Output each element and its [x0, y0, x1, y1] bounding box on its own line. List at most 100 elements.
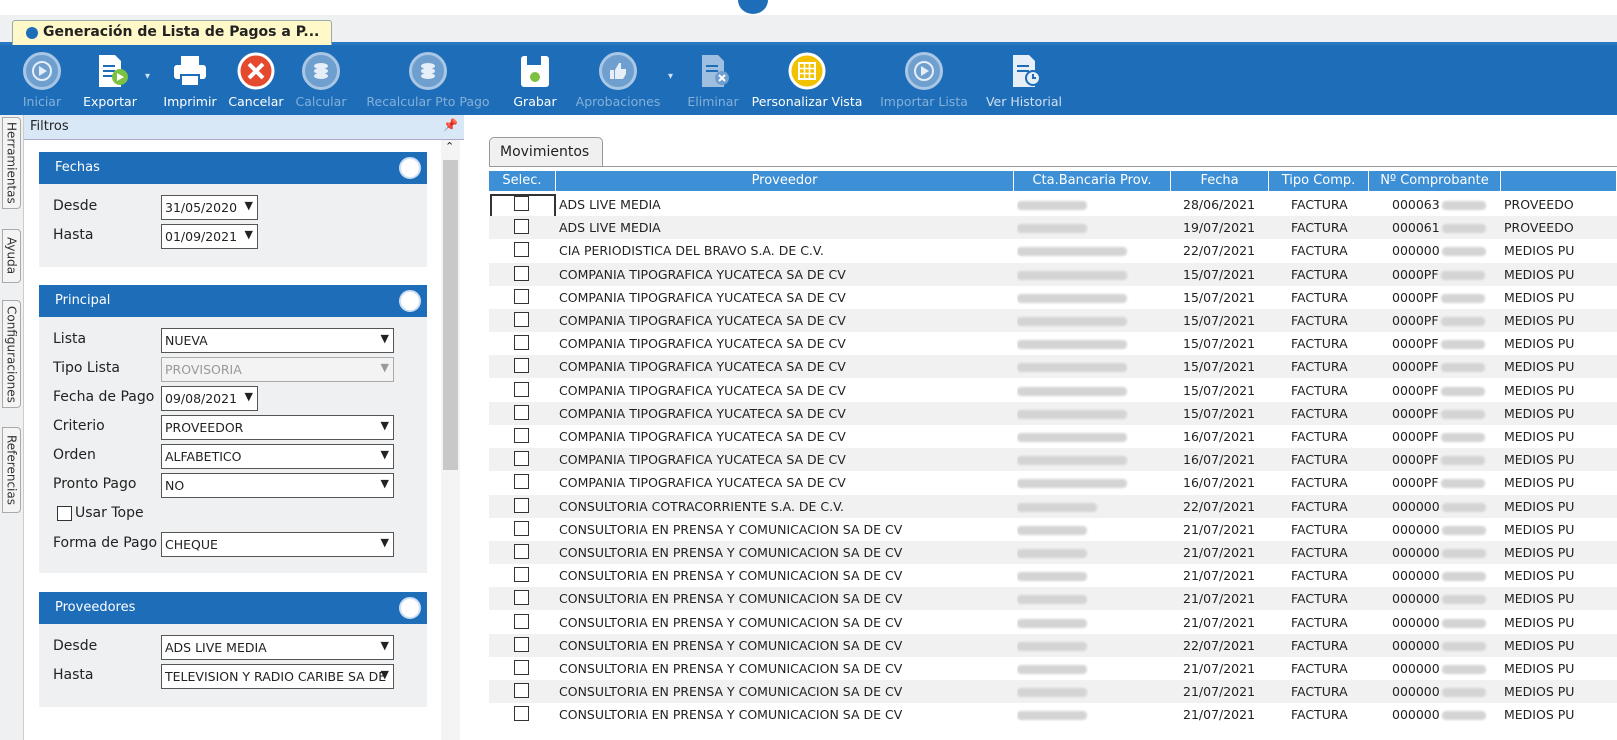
fechas-group-header[interactable]: Fechas	[39, 152, 427, 184]
col-tipo-comp[interactable]: Tipo Comp.	[1269, 171, 1369, 191]
table-row[interactable]: CONSULTORIA EN PRENSA Y COMUNICACION SA …	[489, 541, 1617, 564]
grabar-button[interactable]: Grabar	[506, 45, 564, 115]
cancelar-button[interactable]: Cancelar	[226, 45, 286, 115]
row-select-checkbox[interactable]	[514, 358, 529, 374]
table-row[interactable]: CONSULTORIA EN PRENSA Y COMUNICACION SA …	[489, 518, 1617, 541]
table-row[interactable]: CONSULTORIA EN PRENSA Y COMUNICACION SA …	[489, 657, 1617, 680]
row-select-checkbox[interactable]	[514, 219, 529, 235]
table-row[interactable]: COMPANIA TIPOGRAFICA YUCATECA SA DE CV 16…	[489, 448, 1617, 472]
chevron-down-icon[interactable]: ▼	[381, 448, 389, 461]
row-select-checkbox[interactable]	[514, 636, 529, 652]
collapse-icon[interactable]	[399, 157, 421, 179]
importar-lista-button[interactable]: Importar Lista	[872, 45, 976, 115]
row-select-checkbox[interactable]	[514, 683, 529, 699]
collapse-icon[interactable]	[399, 290, 421, 312]
col-fecha[interactable]: Fecha	[1171, 171, 1269, 191]
table-row[interactable]: ADS LIVE MEDIA 19/07/2021 FACTURA 000061 PRO…	[489, 216, 1617, 240]
aprobaciones-dropdown-icon[interactable]: ▾	[668, 71, 673, 82]
table-row[interactable]: COMPANIA TIPOGRAFICA YUCATECA SA DE CV 15…	[489, 401, 1617, 425]
row-select-checkbox[interactable]	[514, 567, 529, 583]
fechas-hasta-field[interactable]: 01/09/2021 ▼	[161, 224, 258, 249]
chevron-down-icon[interactable]: ▼	[245, 228, 253, 241]
table-row[interactable]: CONSULTORIA COTRACORRIENTE S.A. DE C.V. 2…	[489, 494, 1617, 518]
col-extra[interactable]	[1501, 171, 1617, 191]
table-row[interactable]: CONSULTORIA EN PRENSA Y COMUNICACION SA …	[489, 633, 1617, 657]
aprobaciones-button[interactable]: Aprobaciones	[572, 45, 664, 115]
chevron-down-icon[interactable]: ▼	[381, 536, 389, 549]
pronto-pago-select[interactable]: NO ▼	[161, 473, 394, 498]
table-row[interactable]: COMPANIA TIPOGRAFICA YUCATECA SA DE CV 15…	[489, 286, 1617, 309]
row-select-checkbox[interactable]	[514, 265, 529, 281]
col-proveedor[interactable]: Proveedor	[556, 171, 1014, 191]
table-row[interactable]: CONSULTORIA EN PRENSA Y COMUNICACION SA …	[489, 611, 1617, 634]
table-row[interactable]: COMPANIA TIPOGRAFICA YUCATECA SA DE CV 15…	[489, 262, 1617, 286]
col-selec[interactable]: Selec.	[489, 171, 556, 191]
collapse-icon[interactable]	[399, 597, 421, 619]
exportar-button[interactable]: Exportar	[74, 45, 146, 115]
row-select-checkbox[interactable]	[514, 242, 529, 258]
row-select-checkbox[interactable]	[514, 520, 529, 536]
table-row[interactable]: CIA PERIODISTICA DEL BRAVO S.A. DE C.V. 2…	[489, 239, 1617, 262]
table-row[interactable]: COMPANIA TIPOGRAFICA YUCATECA SA DE CV 16…	[489, 425, 1617, 448]
chevron-down-icon[interactable]: ▼	[381, 639, 389, 652]
row-select-checkbox[interactable]	[514, 451, 529, 467]
iniciar-button[interactable]: Iniciar	[18, 45, 66, 115]
ver-historial-button[interactable]: Ver Historial	[982, 45, 1066, 115]
side-tab-herramientas[interactable]: Herramientas	[2, 117, 21, 209]
row-select-checkbox[interactable]	[514, 381, 529, 397]
side-tab-configuraciones[interactable]: Configuraciones	[2, 300, 21, 408]
col-cta-bancaria[interactable]: Cta.Bancaria Prov.	[1014, 171, 1171, 191]
document-tab[interactable]: Generación de Lista de Pagos a P...	[12, 20, 333, 45]
row-select-checkbox[interactable]	[514, 288, 529, 304]
table-row[interactable]: COMPANIA TIPOGRAFICA YUCATECA SA DE CV 15…	[489, 355, 1617, 379]
proveedores-group-header[interactable]: Proveedores	[39, 592, 427, 624]
table-row[interactable]: CONSULTORIA EN PRENSA Y COMUNICACION SA …	[489, 703, 1617, 726]
eliminar-button[interactable]: Eliminar	[684, 45, 742, 115]
row-select-checkbox[interactable]	[514, 474, 529, 490]
tab-movimientos[interactable]: Movimientos	[489, 137, 603, 166]
row-select-checkbox[interactable]	[514, 613, 529, 629]
row-select-checkbox[interactable]	[514, 428, 529, 443]
table-row[interactable]: COMPANIA TIPOGRAFICA YUCATECA SA DE CV 15…	[489, 309, 1617, 332]
filters-scrollbar[interactable]: ⌃	[441, 140, 460, 740]
forma-pago-select[interactable]: CHEQUE ▼	[161, 532, 394, 557]
row-select-checkbox[interactable]	[514, 497, 529, 513]
lista-select[interactable]: NUEVA ▼	[161, 328, 394, 353]
col-num-comprobante[interactable]: Nº Comprobante	[1369, 171, 1501, 191]
chevron-down-icon[interactable]: ▼	[245, 390, 253, 403]
table-row[interactable]: CONSULTORIA EN PRENSA Y COMUNICACION SA …	[489, 680, 1617, 704]
scroll-up-icon[interactable]: ⌃	[445, 140, 454, 153]
row-select-checkbox[interactable]	[514, 544, 529, 559]
imprimir-button[interactable]: Imprimir	[160, 45, 220, 115]
orden-select[interactable]: ALFABETICO ▼	[161, 444, 394, 469]
proveedores-hasta-select[interactable]: TELEVISION Y RADIO CARIBE SA DE ▼	[161, 664, 394, 689]
side-tab-referencias[interactable]: Referencias	[2, 427, 21, 513]
usar-tope-checkbox[interactable]	[57, 506, 72, 521]
row-select-checkbox[interactable]	[514, 335, 529, 351]
pin-icon[interactable]: 📌	[443, 118, 458, 132]
principal-group-header[interactable]: Principal	[39, 285, 427, 317]
row-select-checkbox[interactable]	[514, 404, 529, 420]
fechas-desde-field[interactable]: 31/05/2020 ▼	[161, 195, 258, 220]
criterio-select[interactable]: PROVEEDOR ▼	[161, 415, 394, 440]
chevron-down-icon[interactable]: ▼	[381, 419, 389, 432]
recalcular-pto-pago-button[interactable]: Recalcular Pto Pago	[358, 45, 498, 115]
row-select-checkbox[interactable]	[514, 660, 529, 675]
chevron-down-icon[interactable]: ▼	[245, 199, 253, 212]
row-select-checkbox[interactable]	[514, 706, 529, 722]
chevron-down-icon[interactable]: ▼	[381, 332, 389, 345]
scrollbar-thumb[interactable]	[443, 160, 458, 470]
table-row[interactable]: COMPANIA TIPOGRAFICA YUCATECA SA DE CV 15…	[489, 379, 1617, 402]
row-select-checkbox[interactable]	[514, 590, 529, 606]
table-row[interactable]: CONSULTORIA EN PRENSA Y COMUNICACION SA …	[489, 564, 1617, 587]
table-row[interactable]: COMPANIA TIPOGRAFICA YUCATECA SA DE CV 15…	[489, 332, 1617, 355]
proveedores-desde-select[interactable]: ADS LIVE MEDIA ▼	[161, 635, 394, 660]
chevron-down-icon[interactable]: ▼	[381, 477, 389, 490]
exportar-dropdown-icon[interactable]: ▾	[145, 71, 150, 82]
table-row[interactable]: CONSULTORIA EN PRENSA Y COMUNICACION SA …	[489, 587, 1617, 611]
table-row[interactable]: ADS LIVE MEDIA 28/06/2021 FACTURA 000063 PRO…	[489, 193, 1617, 219]
side-tab-ayuda[interactable]: Ayuda	[2, 229, 21, 283]
row-select-checkbox[interactable]	[514, 312, 529, 327]
chevron-down-icon[interactable]: ▼	[381, 668, 389, 681]
table-row[interactable]: COMPANIA TIPOGRAFICA YUCATECA SA DE CV 16…	[489, 471, 1617, 494]
